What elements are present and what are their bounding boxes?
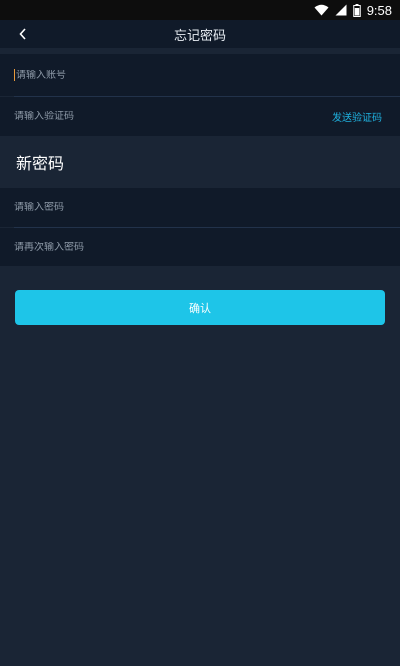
status-time: 9:58 [366,2,392,18]
password-input[interactable] [14,202,382,213]
page-title: 忘记密码 [173,28,226,44]
account-row [0,54,400,96]
forgot-password-screen: 9:58 忘记密码 发送验证码 新密码 确认 [0,0,400,666]
new-password-heading: 新密码 [0,136,400,188]
password-row [0,188,400,227]
password-repeat-input[interactable] [14,241,382,253]
battery-icon [352,3,361,17]
text-caret [14,69,15,81]
confirm-button[interactable]: 确认 [15,290,385,325]
code-input[interactable] [14,111,332,122]
code-row: 发送验证码 [0,97,400,136]
back-button[interactable] [10,20,36,48]
status-bar: 9:58 [0,0,400,20]
app-header: 忘记密码 [0,20,400,48]
chevron-left-icon [18,25,28,44]
signal-icon [335,4,347,16]
password-repeat-row [0,228,400,266]
send-code-button[interactable]: 发送验证码 [332,109,382,124]
wifi-icon [314,4,329,16]
account-input[interactable] [16,69,382,81]
